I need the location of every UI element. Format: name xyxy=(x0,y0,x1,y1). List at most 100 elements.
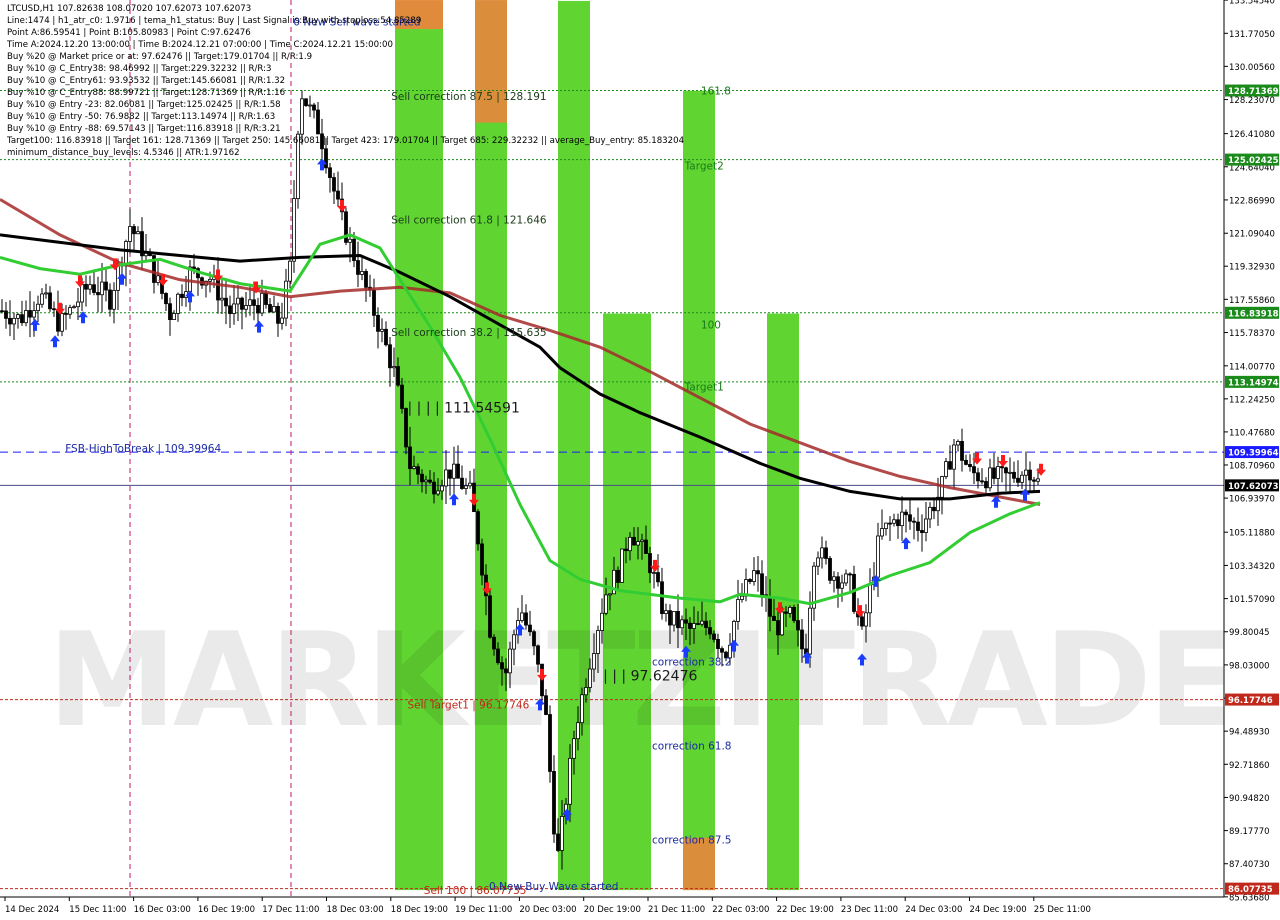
chart-annotation: Sell correction 61.8 | 121.646 xyxy=(391,215,547,227)
candle-body xyxy=(236,297,240,305)
chart-root: MARKETZITRADE 0 New Sell wave started Sel… xyxy=(0,0,1280,920)
chart-annotation: | | | 97.62476 xyxy=(603,668,697,684)
candle-body xyxy=(772,615,776,621)
x-tick-label: 19 Dec 11:00 xyxy=(455,905,512,915)
candle-body xyxy=(956,441,960,446)
y-tick-label: 99.80045 xyxy=(1229,628,1270,638)
y-tick-label: 108.70960 xyxy=(1229,461,1275,471)
candle-body xyxy=(124,241,128,267)
candle-body xyxy=(868,584,872,614)
candle-body xyxy=(68,307,72,315)
candle-body xyxy=(684,619,688,624)
candle-body xyxy=(796,620,800,631)
y-tick-label: 105.11880 xyxy=(1229,529,1275,539)
info-line: Buy %10 @ C_Entry61: 93.93532 || Target:… xyxy=(7,76,286,86)
candle-body xyxy=(844,573,848,584)
candle-body xyxy=(476,511,480,545)
candle-body xyxy=(64,312,68,315)
candle-body xyxy=(696,623,700,625)
candle-body xyxy=(436,490,440,495)
info-line: Buy %10 @ C_Entry88: 88.99721 || Target:… xyxy=(7,88,286,98)
x-tick-label: 20 Dec 19:00 xyxy=(584,905,641,915)
candle-body xyxy=(132,226,136,235)
candle-body xyxy=(1028,469,1032,481)
candle-body xyxy=(624,548,628,552)
y-tick-label: 92.71860 xyxy=(1229,761,1270,771)
candle-body xyxy=(392,366,396,369)
candle-body xyxy=(260,292,264,314)
candle-body xyxy=(836,576,840,589)
x-tick-label: 23 Dec 11:00 xyxy=(841,905,898,915)
candle-body xyxy=(252,299,256,306)
candle-body xyxy=(1020,474,1024,483)
candle-body xyxy=(292,198,296,262)
chart-annotation: 0 New Buy Wave started xyxy=(489,881,618,893)
candle-body xyxy=(92,284,96,293)
candle-body xyxy=(900,511,904,527)
candle-body xyxy=(24,310,28,324)
candle-body xyxy=(548,714,552,772)
chart-annotation: 100 xyxy=(701,320,721,332)
y-tick-label: 94.48930 xyxy=(1229,728,1270,738)
info-line: minimum_distance_buy_levels: 4.5346 || A… xyxy=(7,148,240,158)
candle-body xyxy=(916,521,920,531)
candle-body xyxy=(688,622,692,629)
x-tick-label: 15 Dec 11:00 xyxy=(69,905,126,915)
candle-body xyxy=(652,572,656,574)
candle-body xyxy=(700,620,704,625)
candle-body xyxy=(164,293,168,305)
candle-body xyxy=(76,301,80,308)
info-line: Buy %10 @ Entry -23: 82.06081 || Target:… xyxy=(7,100,281,110)
y-tick-label: 122.86990 xyxy=(1229,196,1275,206)
candle-body xyxy=(400,384,404,409)
candle-body xyxy=(896,519,900,527)
candle-body xyxy=(648,553,652,574)
candle-body xyxy=(408,446,412,470)
candle-body xyxy=(60,312,64,332)
candle-body xyxy=(792,606,796,621)
candle-body xyxy=(972,466,976,474)
candle-body xyxy=(556,833,560,851)
sell-arrow-icon xyxy=(998,455,1008,468)
chart-annotation: | | | | 111.54591 xyxy=(408,401,520,417)
candle-body xyxy=(192,266,196,270)
candle-body xyxy=(668,610,672,626)
candle-body xyxy=(40,293,44,305)
candle-body xyxy=(248,299,252,306)
candle-body xyxy=(100,281,104,296)
candle-body xyxy=(256,305,260,314)
candle-body xyxy=(576,722,580,740)
candle-body xyxy=(384,328,388,346)
candle-body xyxy=(756,570,760,575)
candle-body xyxy=(364,271,368,288)
x-tick-label: 18 Dec 03:00 xyxy=(327,905,384,915)
candle-body xyxy=(228,305,232,314)
candle-body xyxy=(276,305,280,324)
candle-body xyxy=(876,535,880,578)
candle-body xyxy=(580,694,584,724)
candle-body xyxy=(332,177,336,192)
y-tick-label: 131.77050 xyxy=(1229,30,1275,40)
candle-body xyxy=(84,283,88,290)
candle-body xyxy=(72,306,76,309)
y-tick-label: 112.24250 xyxy=(1229,395,1275,405)
candle-body xyxy=(708,627,712,635)
candle-body xyxy=(1036,478,1040,482)
price-tag-label: 116.83918 xyxy=(1228,309,1279,319)
candle-body xyxy=(824,547,828,559)
price-tag-label: 86.07735 xyxy=(1228,885,1273,895)
candle-body xyxy=(180,293,184,299)
candle-body xyxy=(572,738,576,759)
candle-body xyxy=(664,610,668,614)
candle-body xyxy=(508,648,512,674)
candle-body xyxy=(996,466,1000,479)
y-tick-label: 90.94820 xyxy=(1229,794,1270,804)
info-line: Target100: 116.83918 || Target 161: 128.… xyxy=(7,136,685,146)
candle-body xyxy=(888,522,892,525)
candle-body xyxy=(976,472,980,482)
candle-body xyxy=(860,616,864,627)
candle-body xyxy=(584,687,588,696)
candle-body xyxy=(968,464,972,468)
candle-body xyxy=(356,260,360,275)
candle-body xyxy=(904,511,908,516)
